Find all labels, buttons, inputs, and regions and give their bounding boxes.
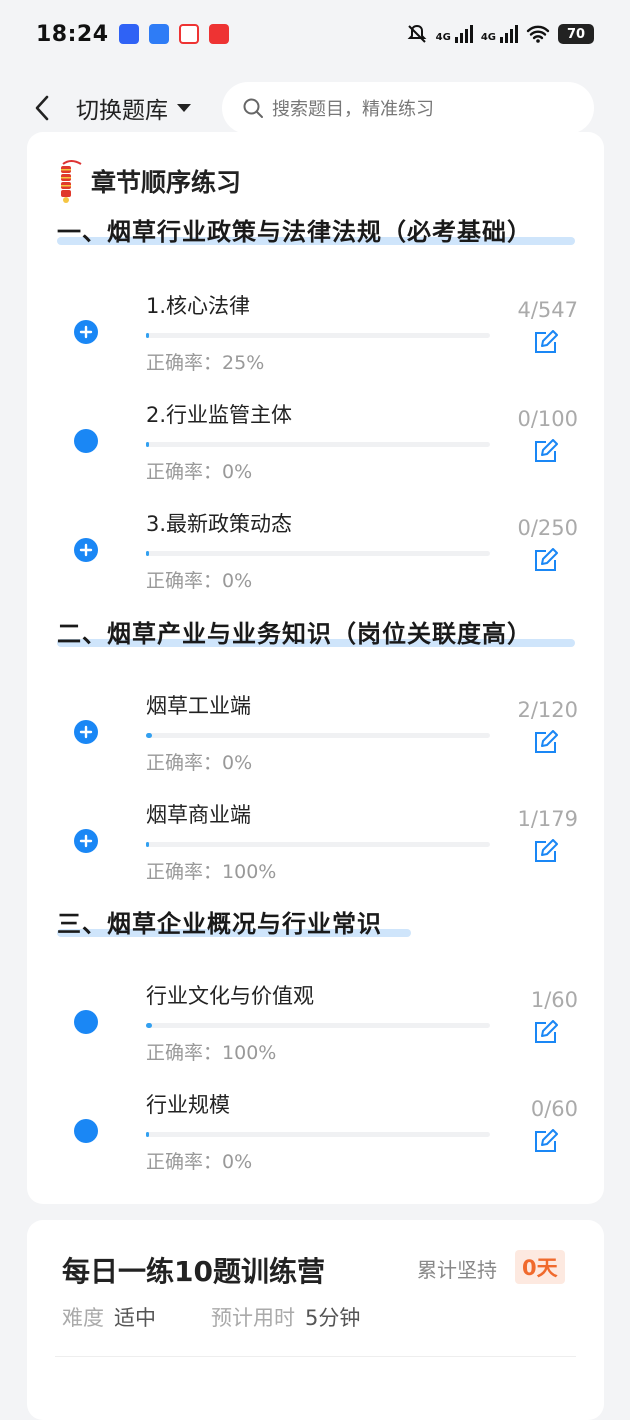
progress-bar: [146, 1132, 490, 1137]
section-header: 三、烟草企业概况与行业常识: [57, 904, 411, 939]
progress-count: 2/120: [517, 698, 578, 722]
plus-icon: [79, 834, 93, 848]
item-name: 行业文化与价值观: [146, 984, 314, 1008]
plus-icon: [79, 543, 93, 557]
progress-bar: [146, 442, 490, 447]
status-bar: 18:24 4G 4G 70: [0, 0, 630, 68]
difficulty-meta: 难度 适中: [62, 1306, 156, 1330]
signal-icon: 4G: [436, 25, 473, 43]
app-notification-icon: [118, 24, 139, 44]
progress-count: 0/100: [517, 407, 578, 431]
item-name: 2.行业监管主体: [146, 403, 293, 427]
expand-button[interactable]: [74, 320, 98, 344]
plus-icon: [79, 325, 93, 339]
app-notification-icon: [148, 24, 169, 44]
switch-bank-label: 切换题库: [76, 98, 168, 124]
accuracy-text: 正确率：0%: [146, 1151, 253, 1173]
mute-icon: [407, 24, 427, 43]
wifi-icon: [526, 25, 550, 43]
app-notification-icon: [178, 24, 199, 44]
progress-bar: [146, 733, 490, 738]
list-item[interactable]: 1.核心法律 正确率：25% 4/547: [27, 282, 604, 382]
list-item[interactable]: 2.行业监管主体 正确率：0% 0/100: [27, 391, 604, 491]
accuracy-text: 正确率：0%: [146, 570, 253, 592]
edit-icon[interactable]: [532, 439, 558, 465]
search-input[interactable]: 搜索题目，精准练习: [222, 82, 594, 134]
accuracy-text: 正确率：100%: [146, 1042, 277, 1064]
progress-fill: [146, 1023, 152, 1028]
divider: [55, 1356, 576, 1357]
progress-fill: [146, 733, 152, 738]
section-header: 一、烟草行业政策与法律法规（必考基础）: [57, 212, 575, 247]
list-item[interactable]: 烟草商业端 正确率：100% 1/179: [27, 791, 604, 891]
status-time: 18:24: [36, 21, 109, 47]
app-notification-icon: [208, 24, 229, 44]
streak-badge: 0天: [515, 1250, 565, 1284]
edit-icon[interactable]: [532, 1129, 558, 1155]
back-button[interactable]: [22, 88, 62, 128]
card-title: 章节顺序练习: [57, 158, 241, 204]
daily-practice-card[interactable]: 每日一练10题训练营 累计坚持 0天 难度 适中 预计用时 5分钟: [27, 1220, 604, 1420]
card-title-text: 章节顺序练习: [91, 168, 242, 197]
progress-count: 1/179: [517, 807, 578, 831]
edit-icon[interactable]: [532, 730, 558, 756]
expand-button[interactable]: [74, 829, 98, 853]
progress-fill: [146, 1132, 150, 1137]
accuracy-text: 正确率：0%: [146, 461, 253, 483]
battery-indicator: 70: [558, 24, 594, 44]
accuracy-text: 正确率：100%: [146, 861, 277, 883]
chevron-left-icon: [35, 95, 49, 121]
list-item[interactable]: 行业规模 正确率：0% 0/60: [27, 1081, 604, 1181]
search-placeholder: 搜索题目，精准练习: [272, 99, 434, 120]
list-item[interactable]: 行业文化与价值观 正确率：100% 1/60: [27, 972, 604, 1072]
item-name: 行业规模: [146, 1093, 230, 1117]
edit-icon[interactable]: [532, 1020, 558, 1046]
section-header: 二、烟草产业与业务知识（岗位关联度高）: [57, 614, 575, 649]
progress-fill: [146, 442, 150, 447]
progress-count: 0/250: [517, 516, 578, 540]
firecracker-icon: [61, 160, 82, 203]
search-icon: [243, 98, 263, 118]
item-name: 3.最新政策动态: [146, 512, 293, 536]
daily-title: 每日一练10题训练营: [62, 1255, 325, 1288]
progress-count: 1/60: [530, 988, 578, 1012]
progress-bar: [146, 842, 490, 847]
progress-count: 0/60: [530, 1097, 578, 1121]
accuracy-text: 正确率：25%: [146, 352, 265, 374]
expand-button[interactable]: [74, 538, 98, 562]
progress-fill: [146, 551, 150, 556]
edit-icon[interactable]: [532, 330, 558, 356]
accuracy-text: 正确率：0%: [146, 752, 253, 774]
list-item[interactable]: 3.最新政策动态 正确率：0% 0/250: [27, 500, 604, 600]
status-dot[interactable]: [74, 429, 98, 453]
streak-label: 累计坚持: [417, 1258, 497, 1282]
expand-button[interactable]: [74, 720, 98, 744]
progress-bar: [146, 1023, 490, 1028]
progress-fill: [146, 333, 150, 338]
caret-down-icon: [177, 104, 191, 112]
progress-count: 4/547: [517, 298, 578, 322]
item-name: 烟草工业端: [146, 694, 251, 718]
edit-icon[interactable]: [532, 548, 558, 574]
plus-icon: [79, 725, 93, 739]
item-name: 1.核心法律: [146, 294, 251, 318]
status-dot[interactable]: [74, 1119, 98, 1143]
status-dot[interactable]: [74, 1010, 98, 1034]
chapter-practice-card: 章节顺序练习 一、烟草行业政策与法律法规（必考基础） 1.核心法律 正确率：25…: [27, 132, 604, 1204]
progress-fill: [146, 842, 150, 847]
progress-bar: [146, 551, 490, 556]
signal-icon: 4G: [481, 25, 518, 43]
switch-bank-button[interactable]: 切换题库: [76, 91, 192, 125]
item-name: 烟草商业端: [146, 803, 251, 827]
edit-icon[interactable]: [532, 839, 558, 865]
list-item[interactable]: 烟草工业端 正确率：0% 2/120: [27, 682, 604, 782]
time-meta: 预计用时 5分钟: [211, 1306, 361, 1330]
progress-bar: [146, 333, 490, 338]
